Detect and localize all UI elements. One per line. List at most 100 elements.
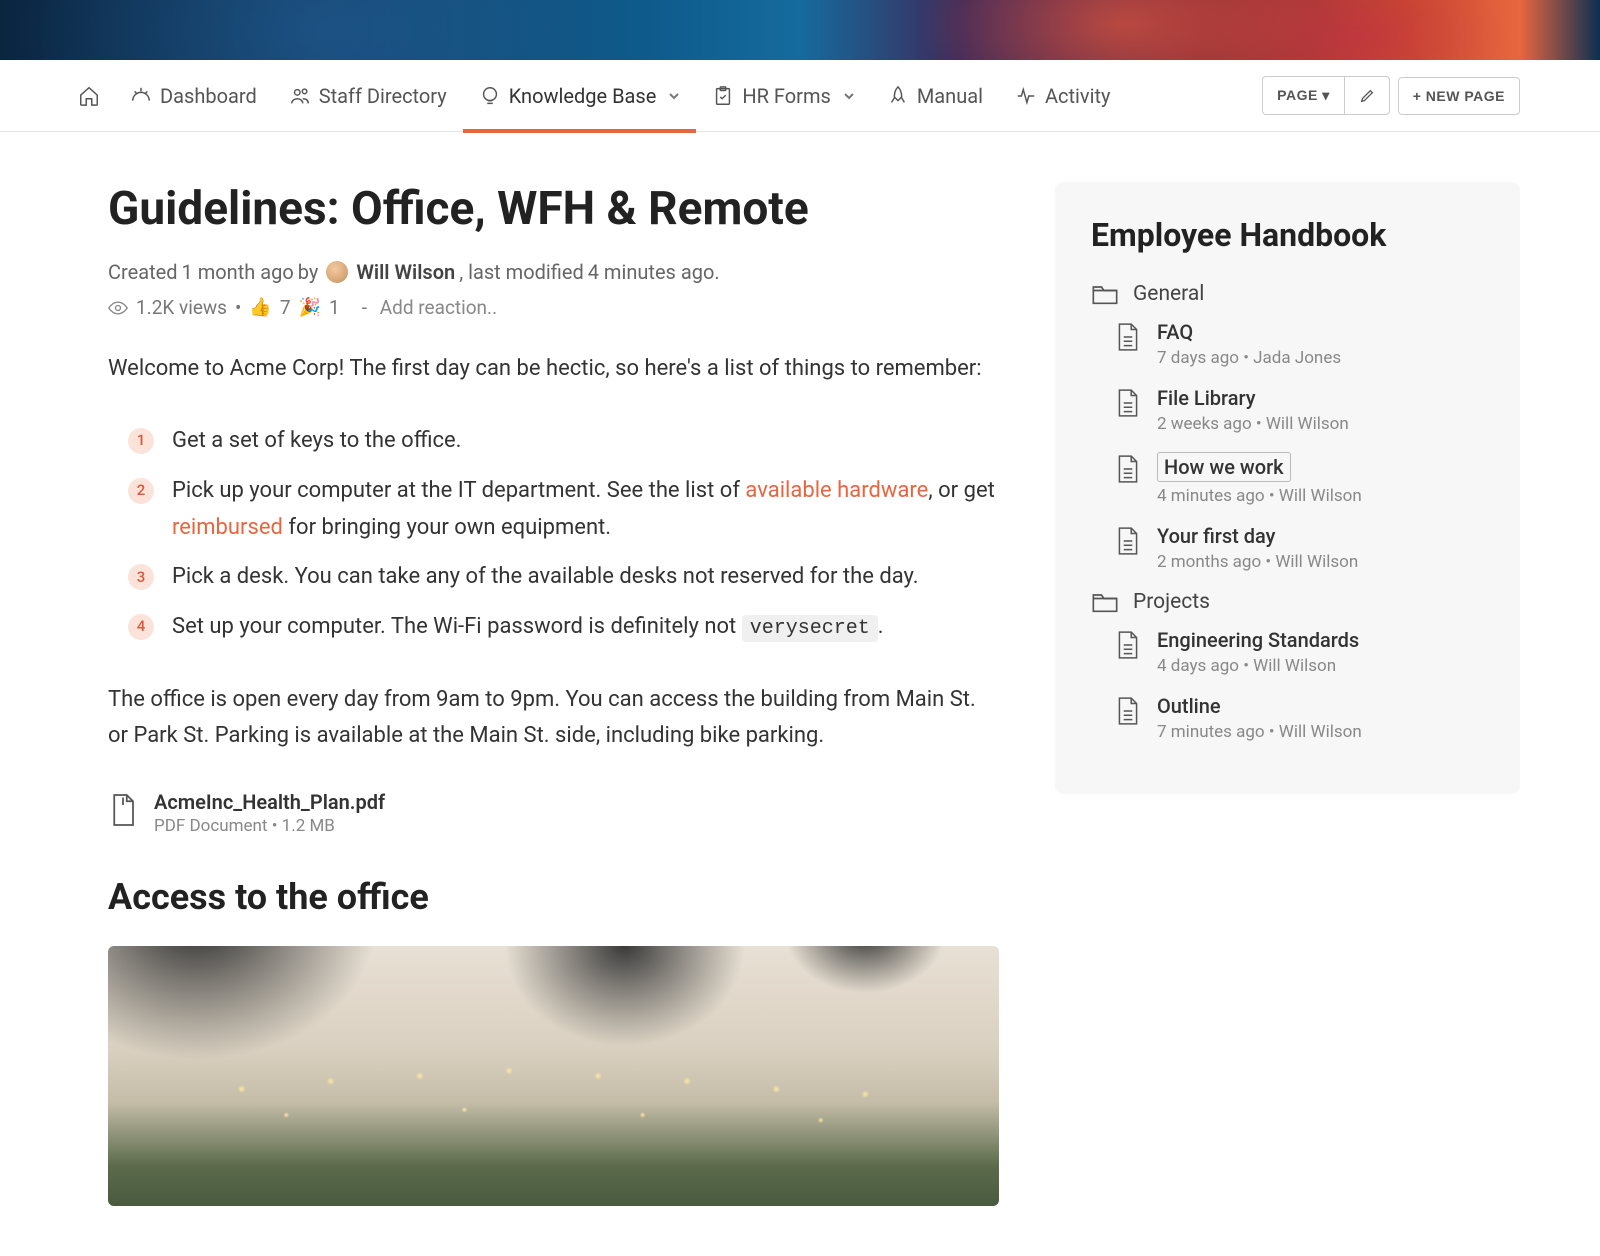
dash: - — [348, 296, 372, 319]
item-text: Set up your computer. The Wi-Fi password… — [172, 608, 884, 646]
activity-icon — [1015, 85, 1037, 107]
attachment[interactable]: AcmeInc_Health_Plan.pdf PDF Document • 1… — [108, 790, 999, 836]
nav-dashboard[interactable]: Dashboard — [114, 60, 273, 132]
list-item: 4 Set up your computer. The Wi-Fi passwo… — [108, 608, 999, 646]
header-banner — [0, 0, 1600, 60]
folder-name: General — [1133, 282, 1204, 306]
doc-name: Engineering Standards — [1157, 628, 1359, 652]
sidebar: Employee Handbook General FAQ 7 days ago •… — [1055, 182, 1520, 794]
page-btn-group: PAGE ▾ — [1262, 76, 1390, 115]
nav-activity[interactable]: Activity — [999, 60, 1126, 132]
doc-name: How we work — [1157, 452, 1291, 482]
home-icon — [78, 85, 100, 107]
hours-paragraph: The office is open every day from 9am to… — [108, 682, 999, 755]
intro-text: Welcome to Acme Corp! The first day can … — [108, 351, 999, 386]
section-heading: Access to the office — [108, 876, 999, 918]
checklist: 1 Get a set of keys to the office. 2 Pic… — [108, 422, 999, 646]
page-title: Guidelines: Office, WFH & Remote — [108, 182, 999, 236]
views-count: 1.2K views — [136, 296, 227, 319]
main-content: Guidelines: Office, WFH & Remote Created… — [108, 182, 999, 1206]
doc-meta: 7 minutes ago • Will Wilson — [1157, 722, 1362, 742]
nav-home[interactable] — [78, 60, 114, 132]
doc-meta: 7 days ago • Jada Jones — [1157, 348, 1341, 368]
list-item: 1 Get a set of keys to the office. — [108, 422, 999, 459]
num-badge: 3 — [128, 564, 154, 590]
modified-prefix: , last modified — [459, 260, 584, 284]
nav-staff-directory[interactable]: Staff Directory — [273, 60, 463, 132]
add-reaction[interactable]: Add reaction.. — [380, 296, 497, 319]
num-badge: 1 — [128, 428, 154, 454]
party-emoji[interactable]: 🎉 — [299, 297, 321, 318]
sidebar-doc[interactable]: Your first day 2 months ago • Will Wilson — [1091, 524, 1484, 572]
num-badge: 2 — [128, 478, 154, 504]
reimbursed-link[interactable]: reimbursed — [172, 515, 283, 540]
item-text: Pick up your computer at the IT departme… — [172, 472, 999, 547]
eye-icon — [108, 298, 128, 318]
sidebar-doc[interactable]: FAQ 7 days ago • Jada Jones — [1091, 320, 1484, 368]
sidebar-folder[interactable]: Projects — [1091, 590, 1484, 614]
num-badge: 4 — [128, 614, 154, 640]
doc-name: Your first day — [1157, 524, 1358, 548]
bulb-icon — [479, 85, 501, 107]
author-link[interactable]: Will Wilson — [356, 260, 455, 284]
pencil-icon — [1359, 88, 1375, 104]
chevron-down-icon — [843, 90, 855, 102]
navbar: Dashboard Staff Directory Knowledge Base… — [0, 60, 1600, 132]
stats-line: 1.2K views • 👍 7 🎉 1 - Add reaction.. — [108, 296, 999, 319]
rocket-icon — [887, 85, 909, 107]
nav-label: HR Forms — [742, 84, 830, 108]
created-prefix: Created — [108, 260, 178, 284]
nav-right: PAGE ▾ + NEW PAGE — [1262, 76, 1520, 115]
item-text: Get a set of keys to the office. — [172, 422, 461, 459]
nav-label: Knowledge Base — [509, 84, 657, 108]
modified-time: 4 minutes ago. — [588, 260, 720, 284]
item-text: Pick a desk. You can take any of the ava… — [172, 558, 919, 595]
doc-meta: 4 days ago • Will Wilson — [1157, 656, 1359, 676]
list-item: 2 Pick up your computer at the IT depart… — [108, 472, 999, 547]
thumbs-count: 7 — [280, 296, 291, 319]
doc-name: FAQ — [1157, 320, 1341, 344]
nav-label: Dashboard — [160, 84, 257, 108]
thumbs-up-emoji[interactable]: 👍 — [249, 297, 271, 318]
nav-label: Activity — [1045, 84, 1110, 108]
doc-meta: 2 months ago • Will Wilson — [1157, 552, 1358, 572]
sidebar-doc[interactable]: Engineering Standards 4 days ago • Will W… — [1091, 628, 1484, 676]
page-dropdown-button[interactable]: PAGE ▾ — [1262, 76, 1344, 115]
gauge-icon — [130, 85, 152, 107]
list-item: 3 Pick a desk. You can take any of the a… — [108, 558, 999, 595]
folder-name: Projects — [1133, 590, 1210, 614]
doc-name: Outline — [1157, 694, 1362, 718]
clipboard-icon — [712, 85, 734, 107]
nav-left: Dashboard Staff Directory Knowledge Base… — [78, 60, 1126, 132]
chevron-down-icon — [668, 90, 680, 102]
nav-knowledge-base[interactable]: Knowledge Base — [463, 60, 697, 132]
bullet: • — [235, 296, 241, 319]
sidebar-doc[interactable]: How we work 4 minutes ago • Will Wilson — [1091, 452, 1484, 506]
nav-hr-forms[interactable]: HR Forms — [696, 60, 870, 132]
party-count: 1 — [329, 296, 340, 319]
attachment-name: AcmeInc_Health_Plan.pdf — [154, 790, 385, 814]
by-text: by — [298, 260, 319, 284]
sidebar-doc[interactable]: Outline 7 minutes ago • Will Wilson — [1091, 694, 1484, 742]
edit-button[interactable] — [1344, 76, 1390, 115]
attachment-meta: PDF Document • 1.2 MB — [154, 816, 385, 836]
meta-line: Created 1 month ago by Will Wilson , las… — [108, 260, 999, 284]
wifi-code: verysecret — [742, 615, 878, 642]
sidebar-doc[interactable]: File Library 2 weeks ago • Will Wilson — [1091, 386, 1484, 434]
users-icon — [289, 85, 311, 107]
main-container: Guidelines: Office, WFH & Remote Created… — [0, 132, 1600, 1256]
file-icon — [108, 792, 138, 828]
hardware-link[interactable]: available hardware — [745, 478, 928, 503]
nav-label: Staff Directory — [319, 84, 447, 108]
new-page-button[interactable]: + NEW PAGE — [1398, 77, 1520, 115]
sidebar-folder[interactable]: General — [1091, 282, 1484, 306]
nav-label: Manual — [917, 84, 983, 108]
sidebar-title: Employee Handbook — [1091, 216, 1484, 254]
created-time: 1 month ago — [182, 260, 294, 284]
nav-manual[interactable]: Manual — [871, 60, 999, 132]
avatar — [326, 261, 348, 283]
doc-meta: 2 weeks ago • Will Wilson — [1157, 414, 1349, 434]
office-image — [108, 946, 999, 1206]
doc-name: File Library — [1157, 386, 1349, 410]
doc-meta: 4 minutes ago • Will Wilson — [1157, 486, 1362, 506]
